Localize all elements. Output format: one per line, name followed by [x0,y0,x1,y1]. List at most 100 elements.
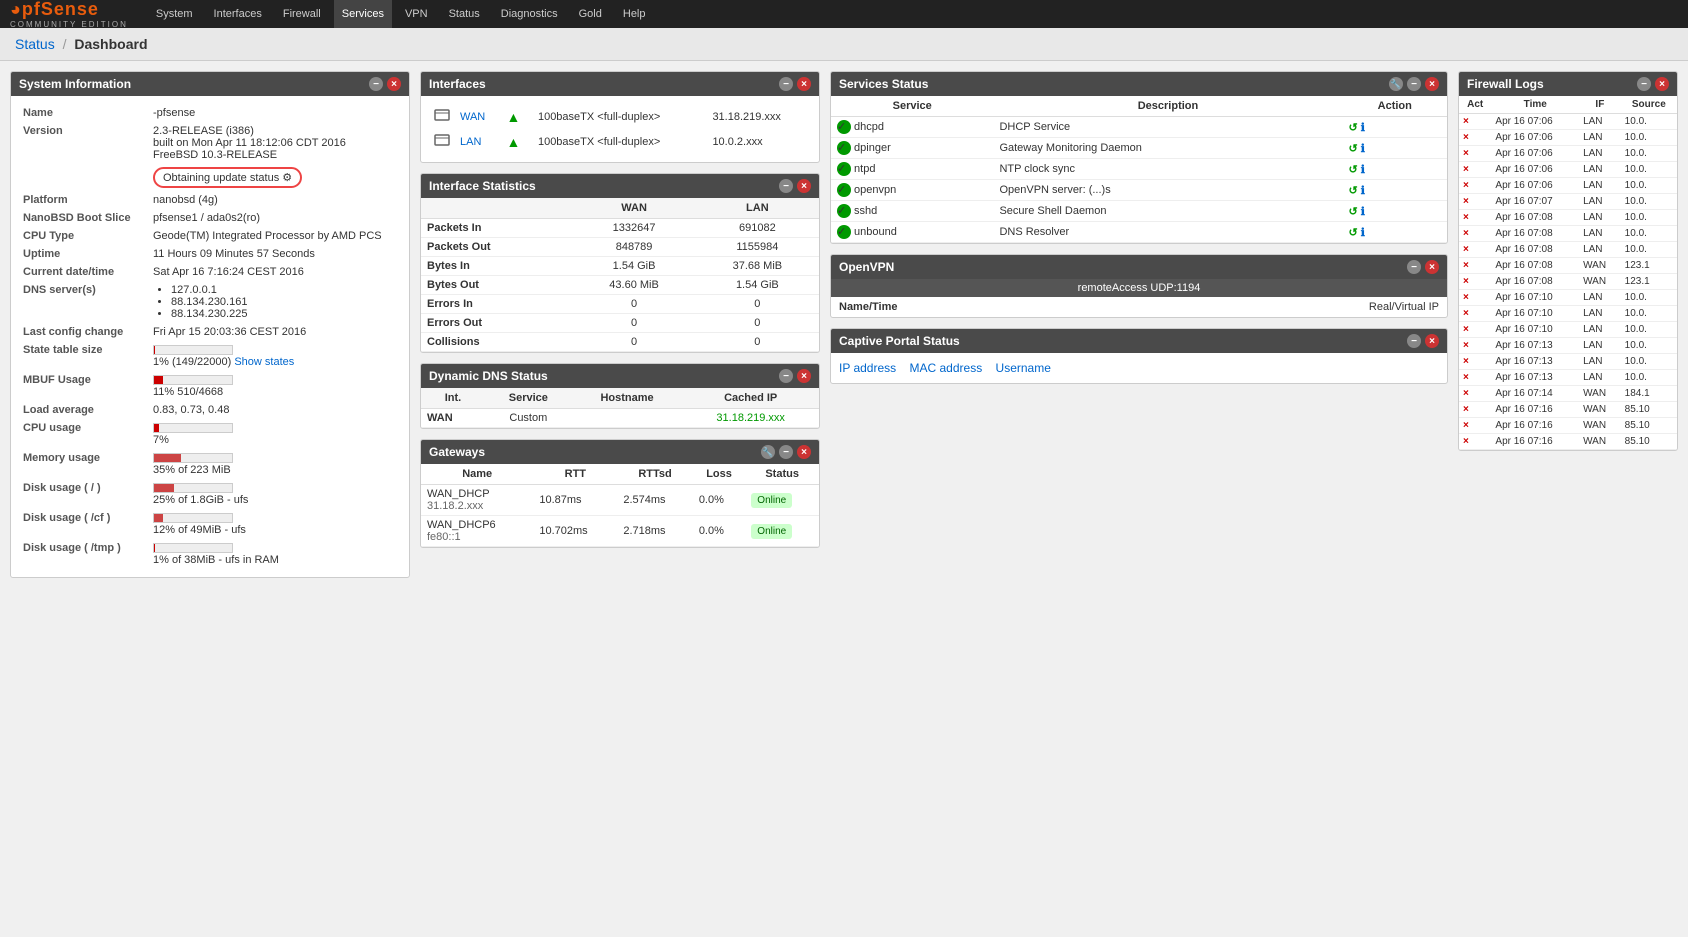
gateways-wrench[interactable]: 🔧 [761,445,775,459]
nav-system[interactable]: System [148,0,201,28]
svc-status-dhcpd: ✓ [837,120,851,134]
dynamic-dns-controls: − × [779,369,811,383]
openvpn-close[interactable]: × [1425,260,1439,274]
stats-lan-bytes-out: 1.54 GiB [696,276,819,295]
nav-services[interactable]: Services [334,0,392,28]
svc-refresh-dpinger[interactable]: ↺ [1349,143,1358,155]
label-cpu-type: CPU Type [19,227,149,245]
openvpn-controls: − × [1407,260,1439,274]
svc-refresh-ntpd[interactable]: ↺ [1349,164,1358,176]
row-last-config: Last config change Fri Apr 15 20:03:36 C… [19,323,401,341]
row-load: Load average 0.83, 0.73, 0.48 [19,401,401,419]
services-status-controls: 🔧 − × [1389,77,1439,91]
captive-portal-mac-link[interactable]: MAC address [910,361,983,375]
svc-info-unbound[interactable]: ℹ [1361,227,1365,239]
fw-act: × [1459,322,1491,338]
fw-source: 10.0. [1621,322,1677,338]
svc-status-sshd: ✓ [837,204,851,218]
system-info-minimize[interactable]: − [369,77,383,91]
disk-tmp-text: 1% of 38MiB - ufs in RAM [153,554,279,566]
ddns-service-1: Custom [485,409,572,428]
openvpn-minimize[interactable]: − [1407,260,1421,274]
row-disk-cf: Disk usage ( /cf ) 12% of 49MiB - ufs [19,509,401,539]
community-edition: COMMUNITY EDITION [10,20,128,29]
captive-portal-minimize[interactable]: − [1407,334,1421,348]
fw-if: LAN [1579,194,1621,210]
svc-info-ntpd[interactable]: ℹ [1361,164,1365,176]
interfaces-minimize[interactable]: − [779,77,793,91]
dynamic-dns-close[interactable]: × [797,369,811,383]
fw-header-row: Act Time IF Source [1459,96,1677,114]
gateways-close[interactable]: × [797,445,811,459]
dynamic-dns-minimize[interactable]: − [779,369,793,383]
gear-icon[interactable]: ⚙ [282,172,292,184]
mem-bar-container [153,453,233,463]
value-version: 2.3-RELEASE (i386) built on Mon Apr 11 1… [149,122,401,164]
interfaces-close[interactable]: × [797,77,811,91]
fw-time: Apr 16 07:16 [1491,418,1579,434]
svc-info-dhcpd[interactable]: ℹ [1361,122,1365,134]
label-disk-tmp: Disk usage ( /tmp ) [19,539,149,569]
fw-if: WAN [1579,418,1621,434]
fw-if: WAN [1579,274,1621,290]
value-uptime: 11 Hours 09 Minutes 57 Seconds [149,245,401,263]
svc-header-row: Service Description Action [831,96,1447,117]
breadcrumb-parent[interactable]: Status [15,36,55,52]
svc-action-unbound: ↺ ℹ [1343,222,1447,243]
svc-refresh-unbound[interactable]: ↺ [1349,227,1358,239]
value-name: -pfsense [149,104,401,122]
gw-loss-1: 0.0% [693,485,745,516]
svc-refresh-sshd[interactable]: ↺ [1349,206,1358,218]
state-table-bar-container [153,345,233,355]
firewall-logs-header: Firewall Logs − × [1459,72,1677,96]
gw-status-2: Online [745,516,819,547]
captive-portal-user-link[interactable]: Username [996,361,1051,375]
firewall-logs-minimize[interactable]: − [1637,77,1651,91]
services-minimize[interactable]: − [1407,77,1421,91]
fw-act: × [1459,338,1491,354]
services-close[interactable]: × [1425,77,1439,91]
dynamic-dns-body: Int. Service Hostname Cached IP WAN Cust… [421,388,819,428]
svc-info-sshd[interactable]: ℹ [1361,206,1365,218]
interface-stats-minimize[interactable]: − [779,179,793,193]
iface-lan-name[interactable]: LAN [455,129,502,154]
svc-info-openvpn[interactable]: ℹ [1361,185,1365,197]
stats-label-pkt-out: Packets Out [421,238,572,257]
nav-diagnostics[interactable]: Diagnostics [493,0,566,28]
firewall-logs-close[interactable]: × [1655,77,1669,91]
captive-portal-close[interactable]: × [1425,334,1439,348]
system-info-body: Name -pfsense Version 2.3-RELEASE (i386)… [11,96,409,577]
disk-cf-bar [154,514,163,522]
svc-refresh-dhcpd[interactable]: ↺ [1349,122,1358,134]
nav-help[interactable]: Help [615,0,654,28]
stats-col-lan: LAN [696,198,819,219]
nav-interfaces[interactable]: Interfaces [206,0,270,28]
gateways-minimize[interactable]: − [779,445,793,459]
nav-gold[interactable]: Gold [571,0,610,28]
fw-if: LAN [1579,226,1621,242]
iface-wan-name[interactable]: WAN [455,104,502,129]
system-info-header: System Information − × [11,72,409,96]
dynamic-dns-table: Int. Service Hostname Cached IP WAN Cust… [421,388,819,428]
firewall-log-row: × Apr 16 07:16 WAN 85.10 [1459,418,1677,434]
captive-portal-ip-link[interactable]: IP address [839,361,896,375]
fw-if: LAN [1579,338,1621,354]
services-status-body: Service Description Action ✓ dhcpd DHCP … [831,96,1447,243]
gateways-title: Gateways [429,445,761,459]
svc-info-dpinger[interactable]: ℹ [1361,143,1365,155]
gw-col-status: Status [745,464,819,485]
nav-vpn[interactable]: VPN [397,0,436,28]
nav-status[interactable]: Status [441,0,488,28]
stats-row-bytes-out: Bytes Out 43.60 MiB 1.54 GiB [421,276,819,295]
nav-firewall[interactable]: Firewall [275,0,329,28]
stats-label-err-in: Errors In [421,295,572,314]
label-datetime: Current date/time [19,263,149,281]
system-info-close[interactable]: × [387,77,401,91]
svc-refresh-openvpn[interactable]: ↺ [1349,185,1358,197]
interface-stats-close[interactable]: × [797,179,811,193]
services-wrench[interactable]: 🔧 [1389,77,1403,91]
fw-source: 10.0. [1621,338,1677,354]
label-version: Version [19,122,149,164]
show-states-link[interactable]: Show states [234,356,294,368]
gw-name-1: WAN_DHCP31.18.2.xxx [421,485,533,516]
